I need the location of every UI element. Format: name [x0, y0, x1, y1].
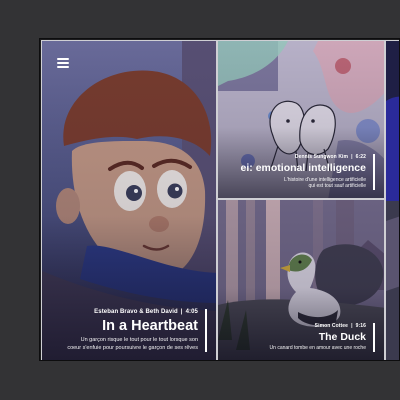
film-description-line: Un garçon risque le tout pour le tout lo… [80, 337, 198, 344]
film-author: Esteban Bravo & Beth David [94, 308, 178, 315]
film-author: Simon Cottee [314, 323, 349, 330]
film-description-line: coeur s'enfuie pour poursuivre le garçon… [67, 344, 198, 351]
film-card-partial[interactable] [385, 40, 399, 360]
film-author: Dennis Sungwon Kim [294, 154, 349, 161]
film-title[interactable]: ei: emotional intelligence [241, 163, 366, 174]
film-meta: Simon Cottee | 9:16 [314, 323, 366, 330]
film-description: L'histoire d'une intelligence artificiel… [241, 177, 366, 191]
film-caption: Esteban Bravo & Beth David | 4:05 In a Hea… [67, 308, 207, 352]
film-duration: 4:05 [185, 308, 198, 315]
film-caption: Dennis Sungwon Kim | 6:22 ei: emotional in… [241, 154, 375, 190]
film-duration: 9:16 [355, 323, 366, 330]
film-card-ei-emotional-intelligence[interactable]: Dennis Sungwon Kim | 6:22 ei: emotional in… [217, 40, 385, 199]
film-title[interactable]: The Duck [270, 332, 366, 343]
film-meta: Esteban Bravo & Beth David | 4:05 [94, 308, 198, 315]
film-meta: Dennis Sungwon Kim | 6:22 [294, 154, 366, 161]
film-gallery: Esteban Bravo & Beth David | 4:05 In a Hea… [39, 38, 400, 361]
film-duration: 6:22 [355, 154, 366, 161]
film-title[interactable]: In a Heartbeat [67, 318, 198, 334]
film-caption: Simon Cottee | 9:16 The Duck Un canard tom… [270, 323, 375, 352]
film-card-the-duck[interactable]: Simon Cottee | 9:16 The Duck Un canard tom… [217, 199, 385, 360]
film-description: Un canard tombe en amour avec une roche [270, 345, 366, 352]
hamburger-menu-icon[interactable] [57, 58, 69, 68]
film-description: Un garçon risque le tout pour le tout lo… [67, 337, 198, 352]
film-thumbnail-partial [386, 41, 399, 360]
film-card-in-a-heartbeat[interactable]: Esteban Bravo & Beth David | 4:05 In a Hea… [41, 40, 217, 360]
film-description-line: L'histoire d'une intelligence artificiel… [284, 176, 366, 183]
film-description-line: Un canard tombe en amour avec une roche [269, 345, 366, 352]
film-description-line: qui est tout sauf artificielle [308, 183, 366, 190]
